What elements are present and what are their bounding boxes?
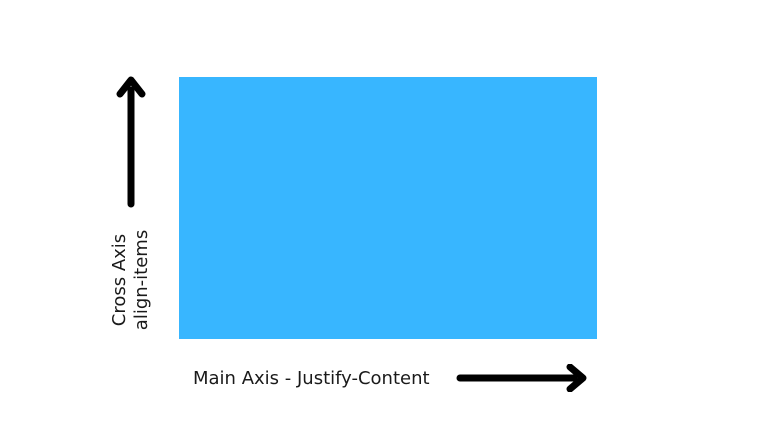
cross-axis-title: Cross Axis	[109, 233, 130, 327]
cross-axis-label-group: Cross Axis align-items	[106, 180, 156, 380]
cross-axis-property: align-items	[131, 229, 152, 331]
flex-container-box	[179, 77, 597, 339]
flexbox-axes-diagram: Cross Axis align-items Main Axis - Justi…	[0, 0, 781, 436]
main-axis-arrow-right-icon	[456, 364, 587, 392]
main-axis-label: Main Axis - Justify-Content	[193, 368, 430, 389]
